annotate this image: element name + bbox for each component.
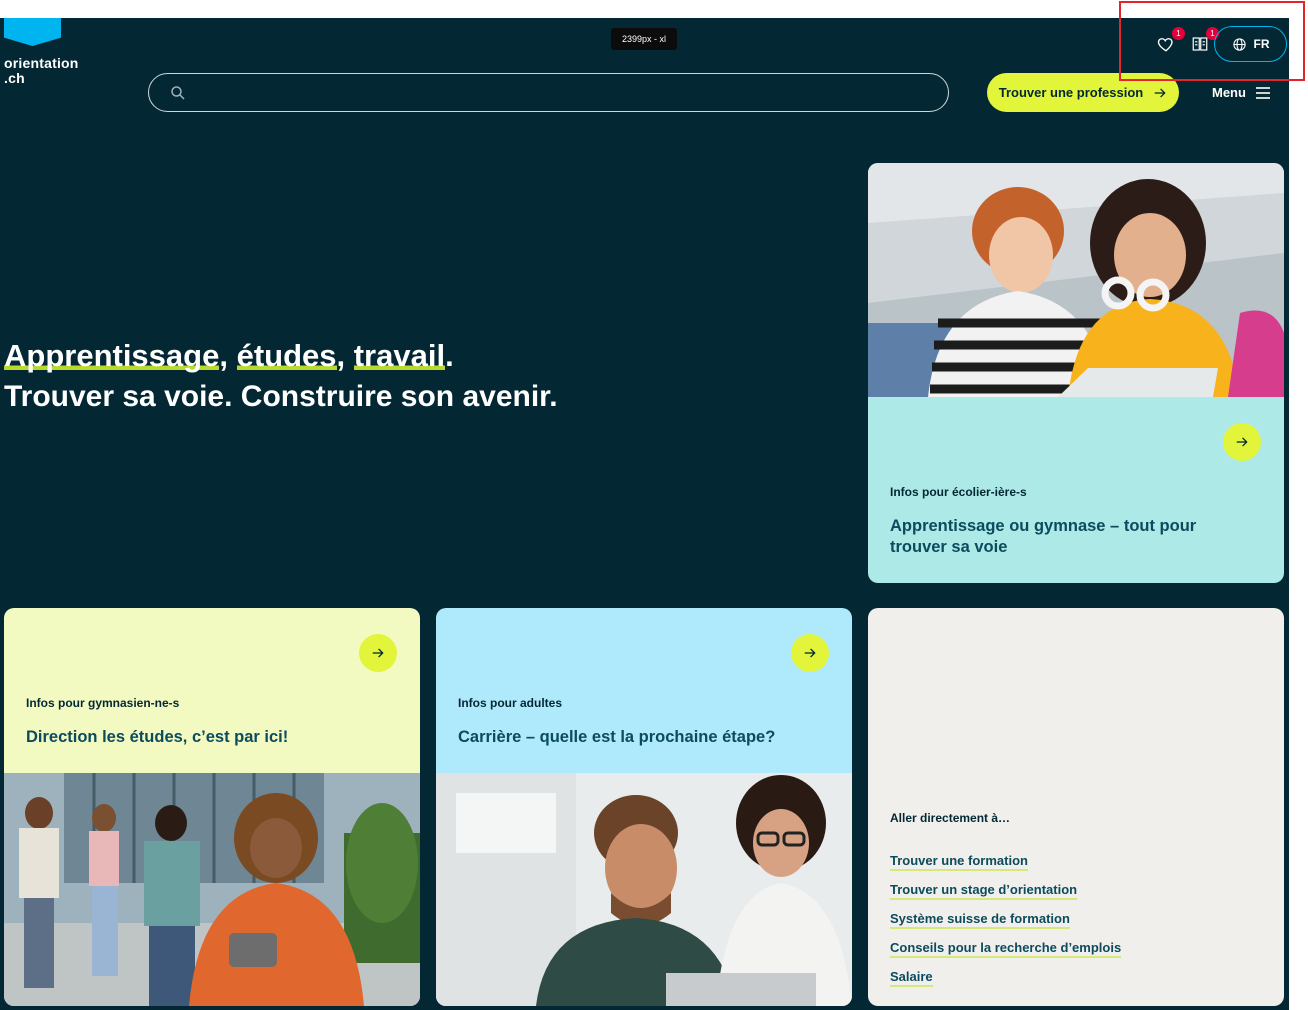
quicklinks-list: Trouver une formation Trouver un stage d…	[890, 852, 1122, 997]
card-gymnasiens-kicker: Infos pour gymnasien-ne-s	[26, 696, 180, 710]
hero-heading: Apprentissage, études, travail. Trouver …	[4, 336, 558, 418]
hero-tagline: Trouver sa voie. Construire son avenir.	[4, 380, 558, 413]
card-quicklinks: Aller directement à… Trouver une formati…	[868, 608, 1284, 1006]
logo-mark	[4, 18, 61, 46]
menu-button[interactable]: Menu	[1212, 85, 1271, 100]
card-gymnasiens-title: Direction les études, c’est par ici!	[26, 728, 289, 746]
find-profession-label: Trouver une profession	[998, 85, 1144, 100]
language-label: FR	[1253, 37, 1270, 51]
card-gymnasiens[interactable]: Infos pour gymnasien-ne-s Direction les …	[4, 608, 420, 1006]
photo-adults-laptop	[436, 773, 852, 1006]
breakpoint-badge: 2399px - xl	[611, 28, 677, 50]
arrow-right-icon	[1236, 437, 1248, 447]
search-icon	[171, 86, 185, 100]
card-ecoliers[interactable]: Infos pour écolier-ière-s Apprentissage …	[868, 163, 1284, 583]
arrow-right-icon	[804, 648, 816, 658]
hero-word-travail: travail	[353, 338, 446, 373]
hero-word-etudes: études	[236, 338, 337, 373]
arrow-right-icon	[1154, 87, 1166, 98]
card-gymnasiens-arrow-button[interactable]	[359, 634, 397, 672]
card-adultes-arrow-button[interactable]	[791, 634, 829, 672]
card-adultes-title: Carrière – quelle est la prochaine étape…	[458, 728, 776, 746]
photo-students-campus	[4, 773, 420, 1006]
card-ecoliers-kicker: Infos pour écolier-ière-s	[890, 485, 1027, 499]
menu-label: Menu	[1212, 85, 1246, 100]
search-input[interactable]	[195, 80, 935, 104]
favorites-count-badge: 1	[1172, 27, 1185, 40]
compare-button[interactable]: 1	[1191, 27, 1219, 55]
logo-text: orientation .ch	[4, 55, 79, 86]
quicklinks-heading: Aller directement à…	[890, 811, 1011, 825]
quicklink-trouver-formation[interactable]: Trouver une formation	[890, 853, 1028, 871]
heart-icon	[1157, 38, 1173, 52]
card-ecoliers-title: Apprentissage ou gymnase – tout pour tro…	[890, 517, 1197, 556]
card-adultes[interactable]: Infos pour adultes Carrière – quelle est…	[436, 608, 852, 1006]
photo-students-laptop	[868, 163, 1284, 397]
hero-headline: Apprentissage, études, travail.	[4, 338, 454, 373]
page: orientation .ch 2399px - xl 1 1 FR Trouv…	[0, 18, 1289, 1010]
quicklink-recherche-emplois[interactable]: Conseils pour la recherche d’emplois	[890, 940, 1122, 958]
compare-icon	[1192, 37, 1208, 51]
search-bar[interactable]	[148, 73, 949, 112]
find-profession-button[interactable]: Trouver une profession	[987, 73, 1179, 112]
quicklink-salaire[interactable]: Salaire	[890, 969, 933, 987]
card-adultes-kicker: Infos pour adultes	[458, 696, 563, 710]
hero-word-apprentissage: Apprentissage	[4, 338, 220, 373]
quicklink-systeme-formation[interactable]: Système suisse de formation	[890, 911, 1070, 929]
hamburger-icon	[1255, 86, 1270, 99]
language-switcher[interactable]: FR	[1214, 26, 1287, 62]
card-ecoliers-arrow-button[interactable]	[1223, 423, 1261, 461]
favorites-button[interactable]: 1	[1157, 27, 1185, 55]
arrow-right-icon	[372, 648, 384, 658]
globe-icon	[1232, 37, 1246, 51]
quicklink-stage-orientation[interactable]: Trouver un stage d’orientation	[890, 882, 1078, 900]
